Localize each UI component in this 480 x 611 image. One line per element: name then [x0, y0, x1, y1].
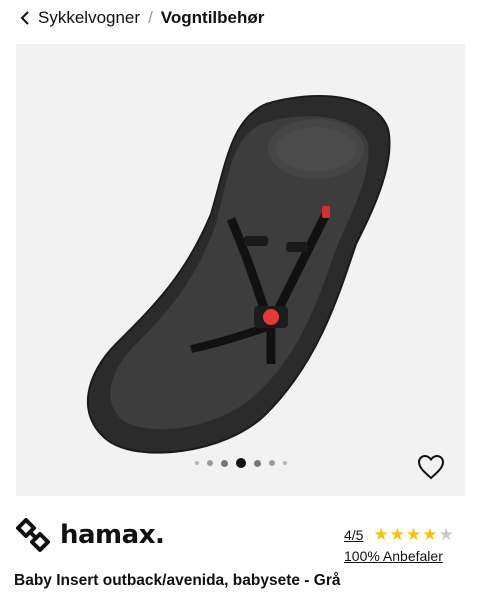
brand[interactable]: hamax.	[14, 516, 165, 554]
rating-block: 4/5 ★ ★ ★ ★ ★ 100% Anbefaler	[344, 526, 454, 564]
carousel-dot[interactable]	[194, 461, 199, 465]
brand-name: hamax.	[60, 520, 165, 550]
chevron-left-icon[interactable]	[18, 11, 32, 25]
heart-icon[interactable]	[417, 454, 445, 480]
breadcrumb-back-link[interactable]: Sykkelvogner	[38, 8, 140, 28]
star-icon: ★	[389, 525, 405, 544]
star-icon: ★	[373, 525, 389, 544]
star-icon: ★	[405, 525, 422, 544]
breadcrumb: Sykkelvogner / Vogntilbehør	[0, 0, 480, 36]
carousel-dot-active[interactable]	[235, 458, 246, 468]
carousel-dot[interactable]	[282, 461, 287, 465]
rating-score[interactable]: 4/5	[344, 527, 363, 543]
star-icon: ★	[422, 525, 438, 544]
carousel-dot[interactable]	[253, 459, 261, 467]
star-empty-icon: ★	[438, 525, 454, 544]
product-image[interactable]	[16, 44, 465, 496]
carousel-dot[interactable]	[220, 459, 228, 467]
rating-stars: ★ ★ ★ ★ ★	[373, 526, 453, 543]
recommend-link[interactable]: 100% Anbefaler	[344, 548, 454, 564]
breadcrumb-separator: /	[148, 8, 153, 27]
carousel-dots	[16, 458, 465, 468]
hamax-logo-icon	[16, 518, 50, 552]
product-title: Baby Insert outback/avenida, babysete - …	[14, 572, 341, 589]
product-image-gallery[interactable]	[16, 44, 465, 496]
carousel-dot[interactable]	[268, 460, 275, 466]
breadcrumb-current[interactable]: Vogntilbehør	[161, 8, 265, 28]
carousel-dot[interactable]	[206, 460, 213, 466]
